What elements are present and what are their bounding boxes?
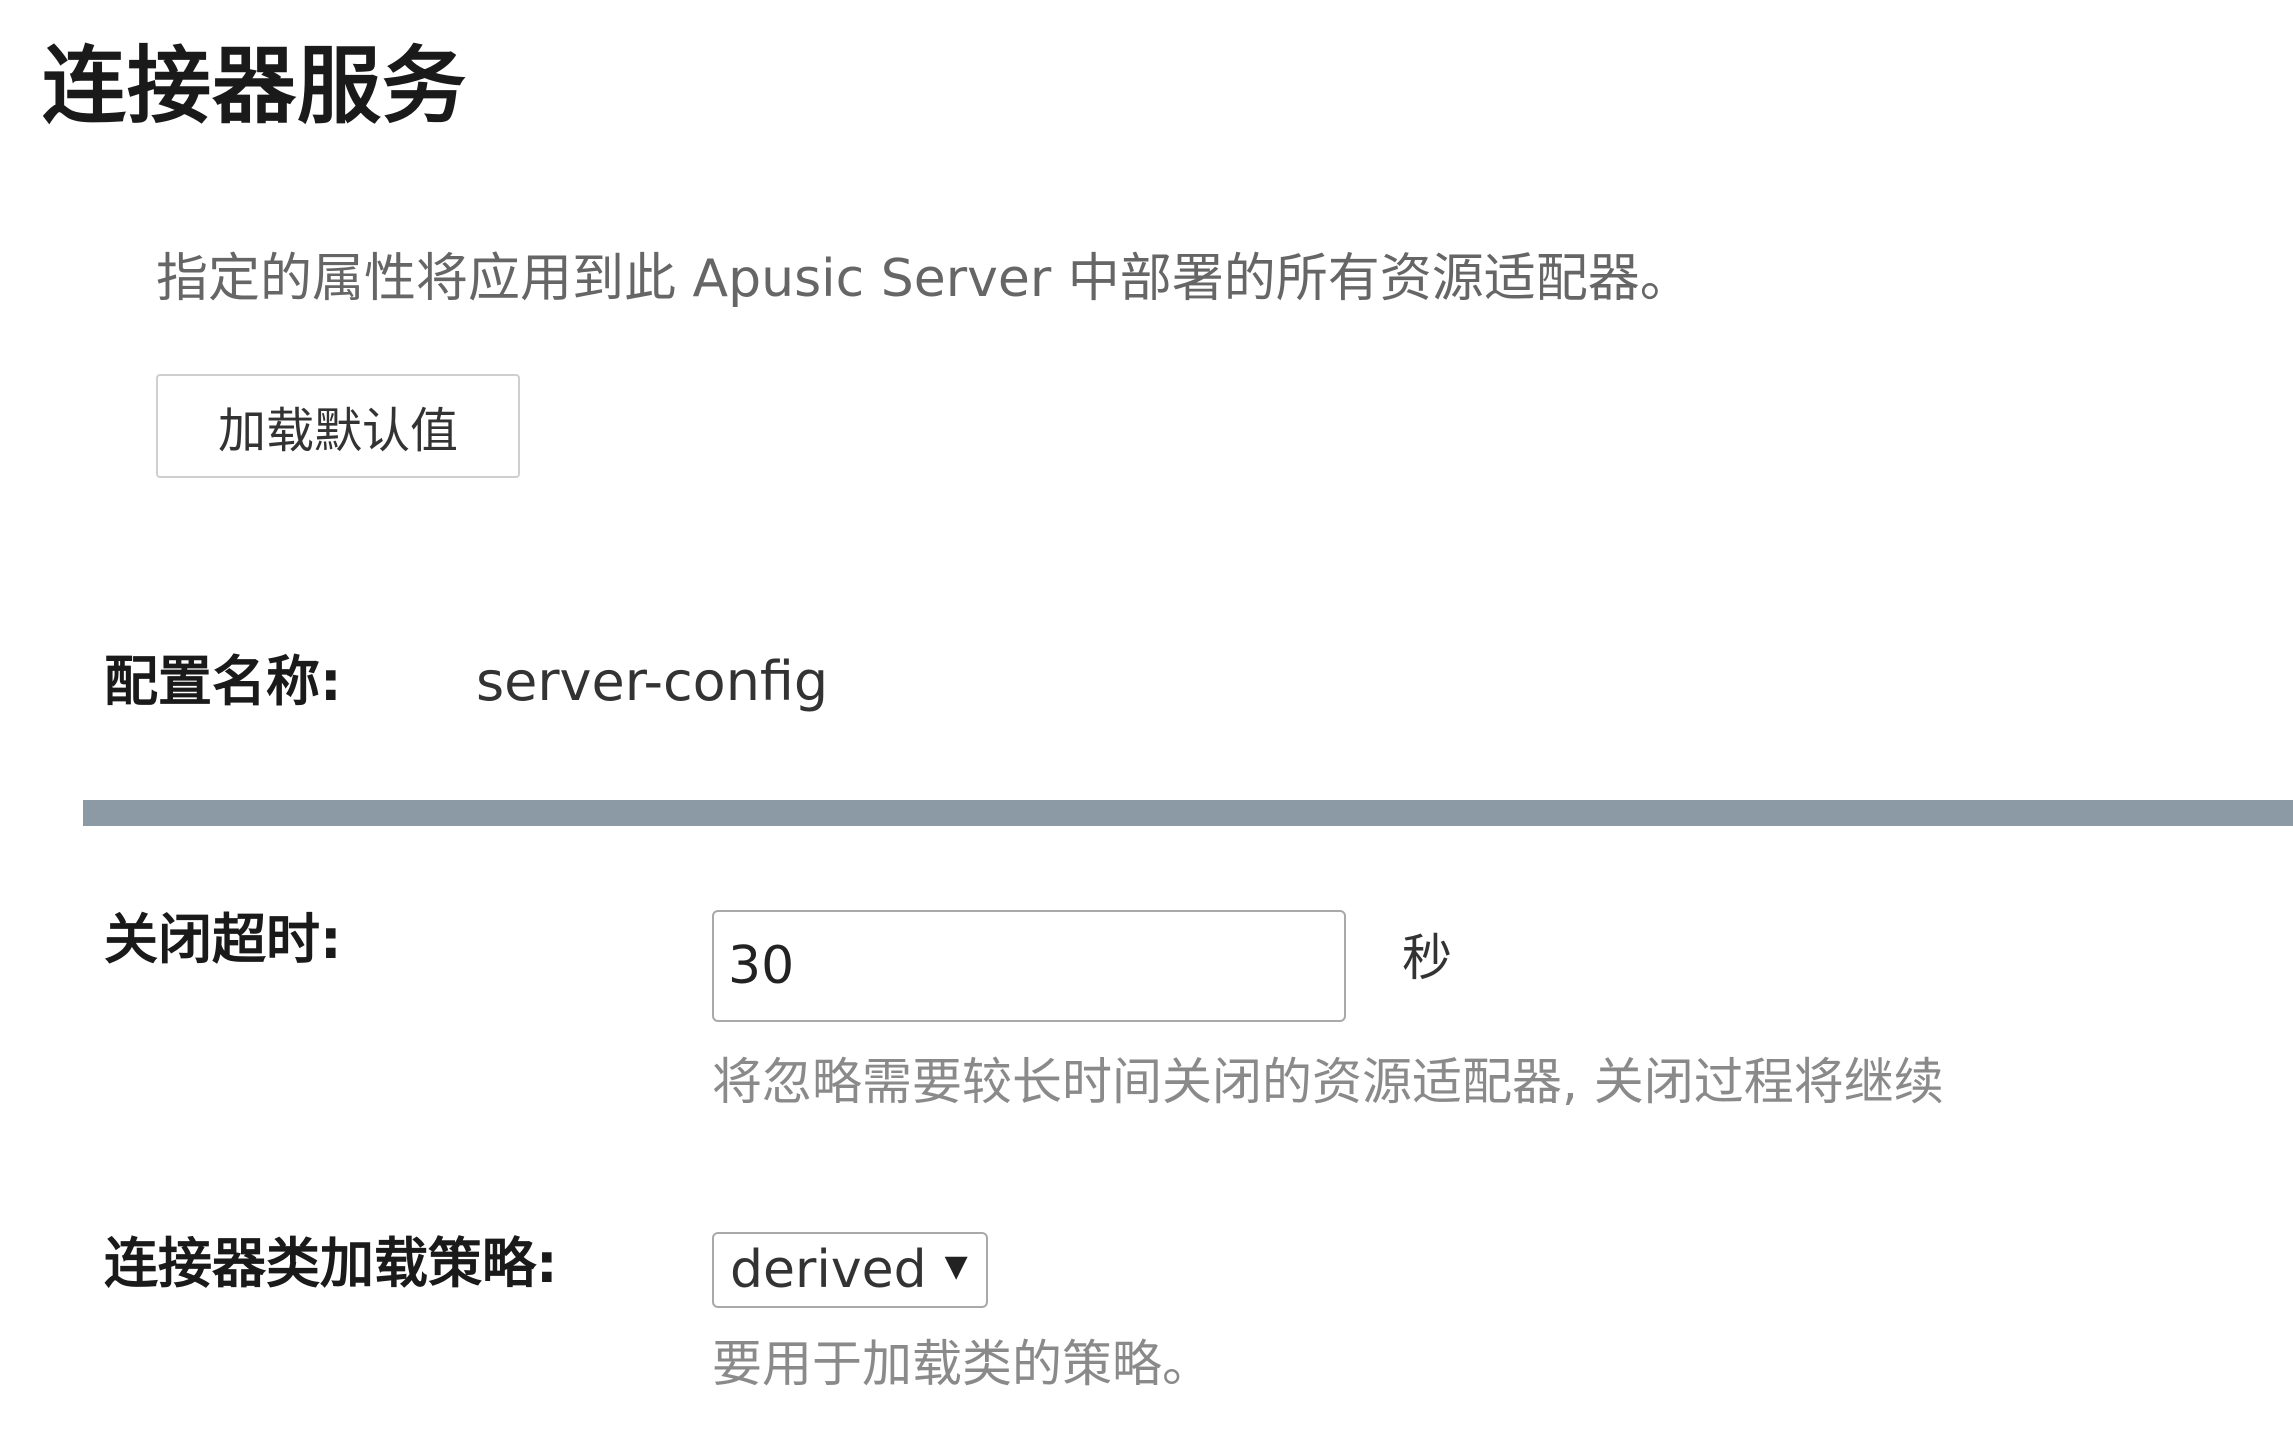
class-loading-policy-label: 连接器类加载策略: xyxy=(104,1232,558,1295)
class-loading-policy-help: 要用于加载类的策略。 xyxy=(712,1335,1212,1393)
page-description: 指定的属性将应用到此 Apusic Server 中部署的所有资源适配器。 xyxy=(156,249,1692,309)
config-name-label: 配置名称: xyxy=(104,650,342,713)
section-divider xyxy=(83,800,2293,826)
shutdown-timeout-label: 关闭超时: xyxy=(104,908,342,971)
triangle-down-icon: ▼ xyxy=(944,1249,968,1284)
shutdown-timeout-help: 将忽略需要较长时间关闭的资源适配器, 关闭过程将继续 xyxy=(712,1053,1944,1111)
class-loading-policy-select[interactable]: derived ▼ xyxy=(712,1232,988,1308)
load-defaults-button[interactable]: 加载默认值 xyxy=(156,374,520,478)
timeout-unit-label: 秒 xyxy=(1402,929,1452,987)
config-name-value: server-config xyxy=(476,650,829,713)
class-loading-policy-selected: derived xyxy=(730,1240,927,1300)
page-title: 连接器服务 xyxy=(42,37,468,135)
connector-service-page: 连接器服务 指定的属性将应用到此 Apusic Server 中部署的所有资源适… xyxy=(0,0,2293,1440)
shutdown-timeout-input[interactable] xyxy=(712,910,1346,1022)
